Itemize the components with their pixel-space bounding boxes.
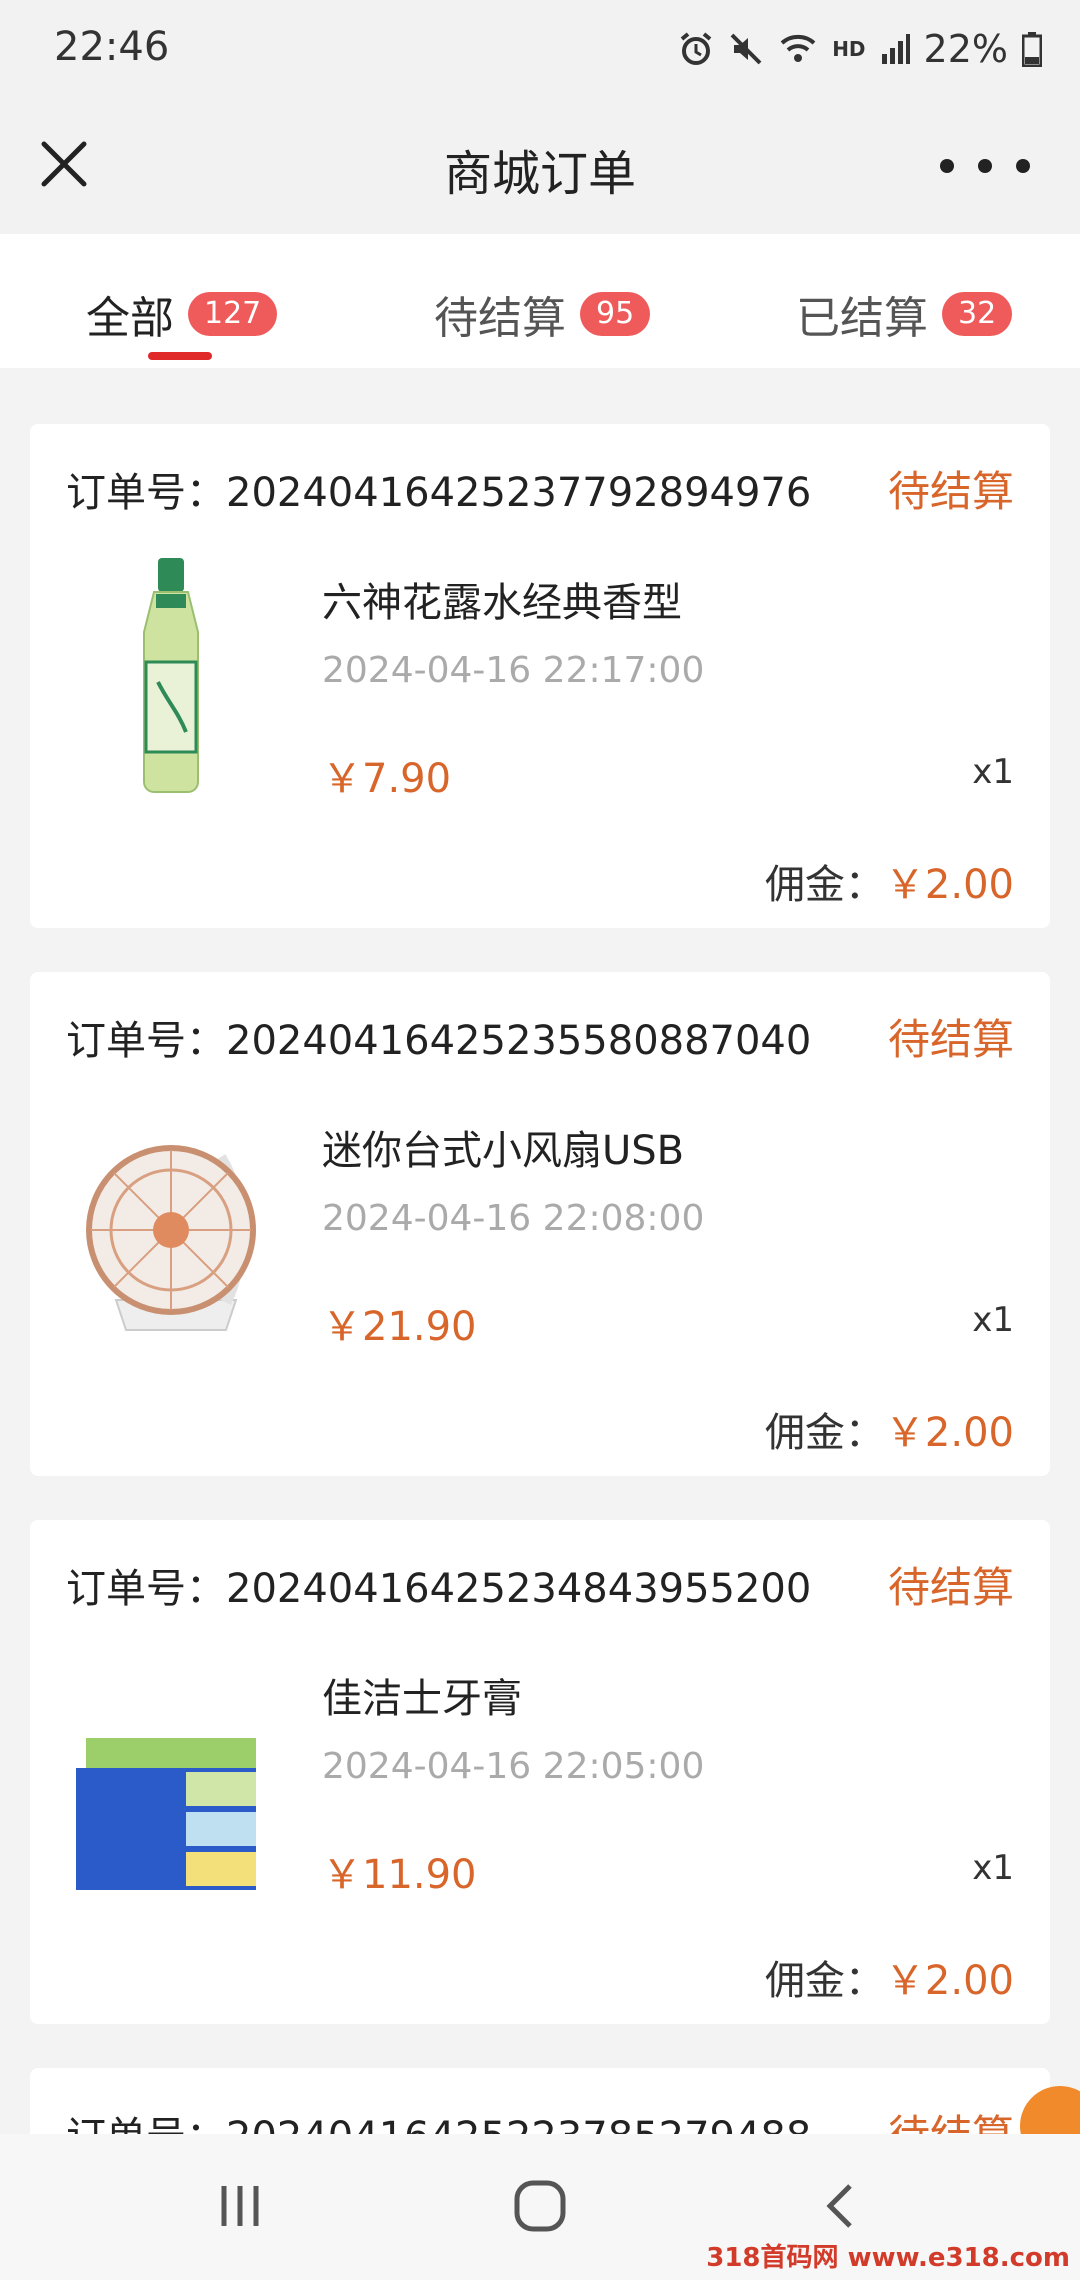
order-number: 订单号：20240416425237792894976 — [66, 460, 811, 518]
product-image-toilet-water — [143, 558, 199, 793]
tab-label: 待结算 — [434, 293, 566, 344]
product-price: ￥11.90 — [322, 1852, 477, 1898]
product-quantity: x1 — [972, 1848, 1014, 1888]
network-type-label: HD — [832, 37, 866, 61]
commission-amount: ￥2.00 — [884, 862, 1014, 908]
status-time: 22:46 — [54, 24, 170, 70]
tab-pending[interactable]: 待结算 95 — [434, 282, 651, 346]
home-icon[interactable] — [512, 2178, 568, 2234]
nav-header: 商城订单 — [0, 104, 1080, 234]
order-date: 2024-04-16 22:05:00 — [322, 1746, 705, 1787]
battery-icon — [1022, 32, 1042, 67]
tab-label: 全部 — [86, 293, 174, 344]
product-image-toothpaste — [76, 1738, 256, 1890]
product-price: ￥21.90 — [322, 1304, 477, 1350]
order-number-label: 订单号： — [66, 1018, 226, 1064]
commission-label: 佣金： — [764, 862, 885, 908]
product-name: 六神花露水经典香型 — [322, 580, 682, 626]
watermark-text: 318首码网 www.e318.com — [706, 2243, 1070, 2273]
more-menu-icon[interactable] — [940, 156, 1030, 176]
commission: 佣金：￥2.00 — [765, 1948, 1014, 2006]
product-price: ￥7.90 — [322, 756, 452, 802]
active-tab-indicator — [148, 352, 212, 360]
back-icon[interactable] — [820, 2180, 860, 2232]
order-card[interactable]: 订单号：20240416425234843955200 待结算 佳洁士牙膏 20… — [30, 1520, 1050, 2024]
tab-settled[interactable]: 已结算 32 — [796, 282, 1013, 346]
signal-icon — [881, 34, 910, 64]
system-nav-bar: 318首码网 www.e318.com — [0, 2134, 1080, 2280]
order-date: 2024-04-16 22:17:00 — [322, 650, 705, 691]
battery-percent: 22% — [923, 27, 1008, 71]
order-number: 订单号：20240416425235580887040 — [66, 1008, 811, 1066]
count-badge: 127 — [188, 292, 278, 336]
tab-label: 已结算 — [796, 293, 928, 344]
order-tabs: 全部 127 待结算 95 已结算 32 — [0, 234, 1080, 368]
order-number-value: 20240416425234843955200 — [226, 1566, 812, 1612]
commission-amount: ￥2.00 — [884, 1958, 1014, 2004]
order-date: 2024-04-16 22:08:00 — [322, 1198, 705, 1239]
order-number-value: 20240416425235580887040 — [226, 1018, 812, 1064]
commission-label: 佣金： — [764, 1958, 885, 2004]
order-card[interactable]: 订单号：20240416425237792894976 待结算 六神花露水经典香… — [30, 424, 1050, 928]
order-card[interactable]: 订单号：20240416425235580887040 待结算 迷你台式小风扇U… — [30, 972, 1050, 1476]
alarm-icon — [680, 32, 712, 65]
order-number-label: 订单号： — [66, 1566, 226, 1612]
mute-icon — [730, 33, 762, 65]
commission-label: 佣金： — [764, 1410, 885, 1456]
count-badge: 32 — [942, 292, 1013, 336]
recent-apps-icon[interactable] — [214, 2180, 266, 2232]
order-status: 待结算 — [887, 467, 1014, 516]
order-number-value: 20240416425237792894976 — [226, 470, 812, 516]
page-title: 商城订单 — [443, 146, 636, 202]
status-bar: 22:46 HD 22% — [0, 0, 1080, 104]
tab-all[interactable]: 全部 127 — [86, 282, 278, 346]
product-name: 佳洁士牙膏 — [322, 1676, 522, 1722]
commission: 佣金：￥2.00 — [765, 852, 1014, 910]
order-status: 待结算 — [887, 1563, 1014, 1612]
wifi-icon — [780, 34, 816, 62]
order-number-label: 订单号： — [66, 470, 226, 516]
order-number: 订单号：20240416425234843955200 — [66, 1556, 811, 1614]
product-name: 迷你台式小风扇USB — [322, 1128, 685, 1174]
commission-amount: ￥2.00 — [884, 1410, 1014, 1456]
product-image-fan — [86, 1145, 256, 1331]
status-icons: HD 22% — [678, 24, 1042, 74]
commission: 佣金：￥2.00 — [765, 1400, 1014, 1458]
product-quantity: x1 — [972, 1300, 1014, 1340]
count-badge: 95 — [580, 292, 651, 336]
order-status: 待结算 — [887, 1015, 1014, 1064]
product-quantity: x1 — [972, 752, 1014, 792]
